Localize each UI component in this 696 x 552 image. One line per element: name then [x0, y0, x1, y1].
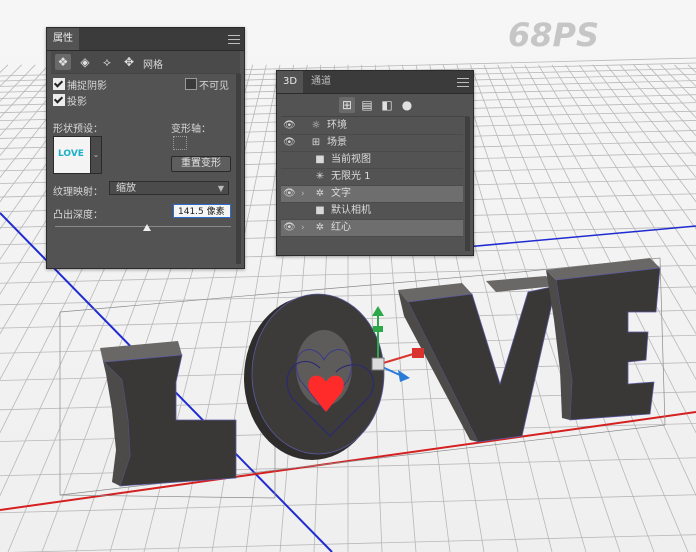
scene-filter-icon[interactable]: ⊞ — [339, 97, 355, 113]
cast-shadows-label: 投影 — [67, 97, 87, 108]
toolbar-mesh-label: 网格 — [143, 60, 163, 71]
deform-axis-label: 变形轴： — [171, 124, 211, 135]
mesh-filter-icon[interactable]: ▤ — [359, 97, 375, 113]
3d-layer-row[interactable]: ■ 默认相机 — [281, 203, 463, 220]
letter-e[interactable] — [546, 258, 661, 421]
mesh-icon: ✲ — [315, 188, 325, 199]
extrusion-depth-input[interactable]: 141.5 像素 — [173, 204, 231, 218]
texture-mapping-label: 纹理映射： — [53, 187, 103, 198]
layer-label: 场景 — [327, 137, 347, 148]
tab-channels-label: 通道 — [311, 76, 331, 87]
eye-icon[interactable]: 👁 — [283, 186, 297, 202]
coordinates-icon[interactable]: ✥ — [121, 54, 137, 70]
3d-layer-row[interactable]: 👁 ☼ 环境 — [281, 118, 463, 135]
3d-panel: 3D 通道 ⊞ ▤ ◧ ● 👁 ☼ 环境 👁 ⊞ 场景 ■ 当前视图 ✳ 无限光… — [276, 70, 474, 256]
tab-channels[interactable]: 通道 — [305, 71, 337, 93]
scene-icon: ⊞ — [311, 137, 321, 148]
3d-layer-row[interactable]: ■ 当前视图 — [281, 152, 463, 169]
3d-layer-row[interactable]: 👁 › ✲ 红心 — [281, 220, 463, 237]
layer-label: 红心 — [331, 222, 351, 233]
eye-icon[interactable]: 👁 — [283, 118, 297, 134]
shape-preset-thumbnail[interactable]: LOVE — [53, 136, 91, 174]
3d-layer-row[interactable]: 👁 › ✲ 文字 — [281, 186, 463, 203]
mesh-icon: ✲ — [315, 222, 325, 233]
deform-icon[interactable]: ◈ — [77, 54, 93, 70]
panel-menu-icon[interactable] — [228, 32, 240, 46]
chevron-down-icon: ▼ — [217, 184, 224, 193]
extrusion-depth-value: 141.5 像素 — [178, 207, 225, 217]
texture-mapping-select[interactable]: 缩放 ▼ — [109, 181, 229, 195]
properties-panel: 属性 ❖ ◈ ⟡ ✥ 网格 捕捉阴影 不可见 投影 形状预设： 变形轴： LOV… — [46, 27, 245, 269]
infinite-light-icon: ✳ — [315, 171, 325, 182]
3d-layer-row[interactable]: 👁 ⊞ 场景 — [281, 135, 463, 152]
panel-menu-icon[interactable] — [457, 75, 469, 89]
camera-icon: ■ — [315, 154, 325, 165]
3d-panel-scrollbar[interactable] — [465, 117, 470, 251]
texture-mapping-value: 缩放 — [116, 183, 136, 194]
properties-tabbar: 属性 — [47, 28, 244, 51]
watermark-text: 68PS — [508, 16, 599, 54]
extrusion-slider-thumb[interactable] — [142, 224, 151, 231]
tab-properties[interactable]: 属性 — [47, 28, 79, 50]
shape-preset-dropdown[interactable]: ⌄ — [90, 136, 102, 174]
reset-deform-button[interactable]: 重置变形 — [171, 156, 231, 172]
catch-shadows-checkbox[interactable] — [53, 78, 65, 90]
3d-tabbar: 3D 通道 — [277, 71, 473, 94]
tab-3d[interactable]: 3D — [277, 71, 304, 93]
layer-label: 当前视图 — [331, 154, 371, 165]
environment-icon: ☼ — [311, 120, 321, 131]
3d-layer-row[interactable]: ✳ 无限光 1 — [281, 169, 463, 186]
invisible-label: 不可见 — [199, 81, 229, 92]
expand-chevron-icon[interactable]: › — [301, 220, 305, 236]
catch-shadows-label: 捕捉阴影 — [67, 81, 107, 92]
cast-shadows-checkbox[interactable] — [53, 94, 65, 106]
tab-3d-label: 3D — [283, 76, 298, 87]
cap-icon[interactable]: ⟡ — [99, 54, 115, 70]
layer-label: 无限光 1 — [331, 171, 371, 182]
mesh-icon[interactable]: ❖ — [55, 54, 71, 70]
tab-properties-label: 属性 — [53, 33, 73, 44]
extrusion-depth-label: 凸出深度： — [53, 210, 103, 221]
properties-toolbar: ❖ ◈ ⟡ ✥ 网格 — [51, 51, 240, 74]
layer-label: 默认相机 — [331, 205, 371, 216]
shape-preset-label: 形状预设： — [53, 124, 103, 135]
chevron-down-icon: ⌄ — [92, 150, 100, 159]
3d-filter-bar: ⊞ ▤ ◧ ● — [281, 94, 469, 117]
reset-deform-label: 重置变形 — [181, 158, 221, 169]
eye-icon[interactable]: 👁 — [283, 135, 297, 151]
shape-preset-thumb-text: LOVE — [58, 149, 84, 159]
material-filter-icon[interactable]: ◧ — [379, 97, 395, 113]
camera-icon: ■ — [315, 205, 325, 216]
eye-icon[interactable]: 👁 — [283, 220, 297, 236]
invisible-checkbox[interactable] — [185, 78, 197, 90]
properties-scrollbar[interactable] — [236, 74, 241, 264]
light-filter-icon[interactable]: ● — [399, 97, 415, 113]
layer-label: 环境 — [327, 120, 347, 131]
layer-label: 文字 — [331, 188, 351, 199]
expand-chevron-icon[interactable]: › — [301, 186, 305, 202]
deform-axis-widget[interactable] — [173, 136, 187, 150]
